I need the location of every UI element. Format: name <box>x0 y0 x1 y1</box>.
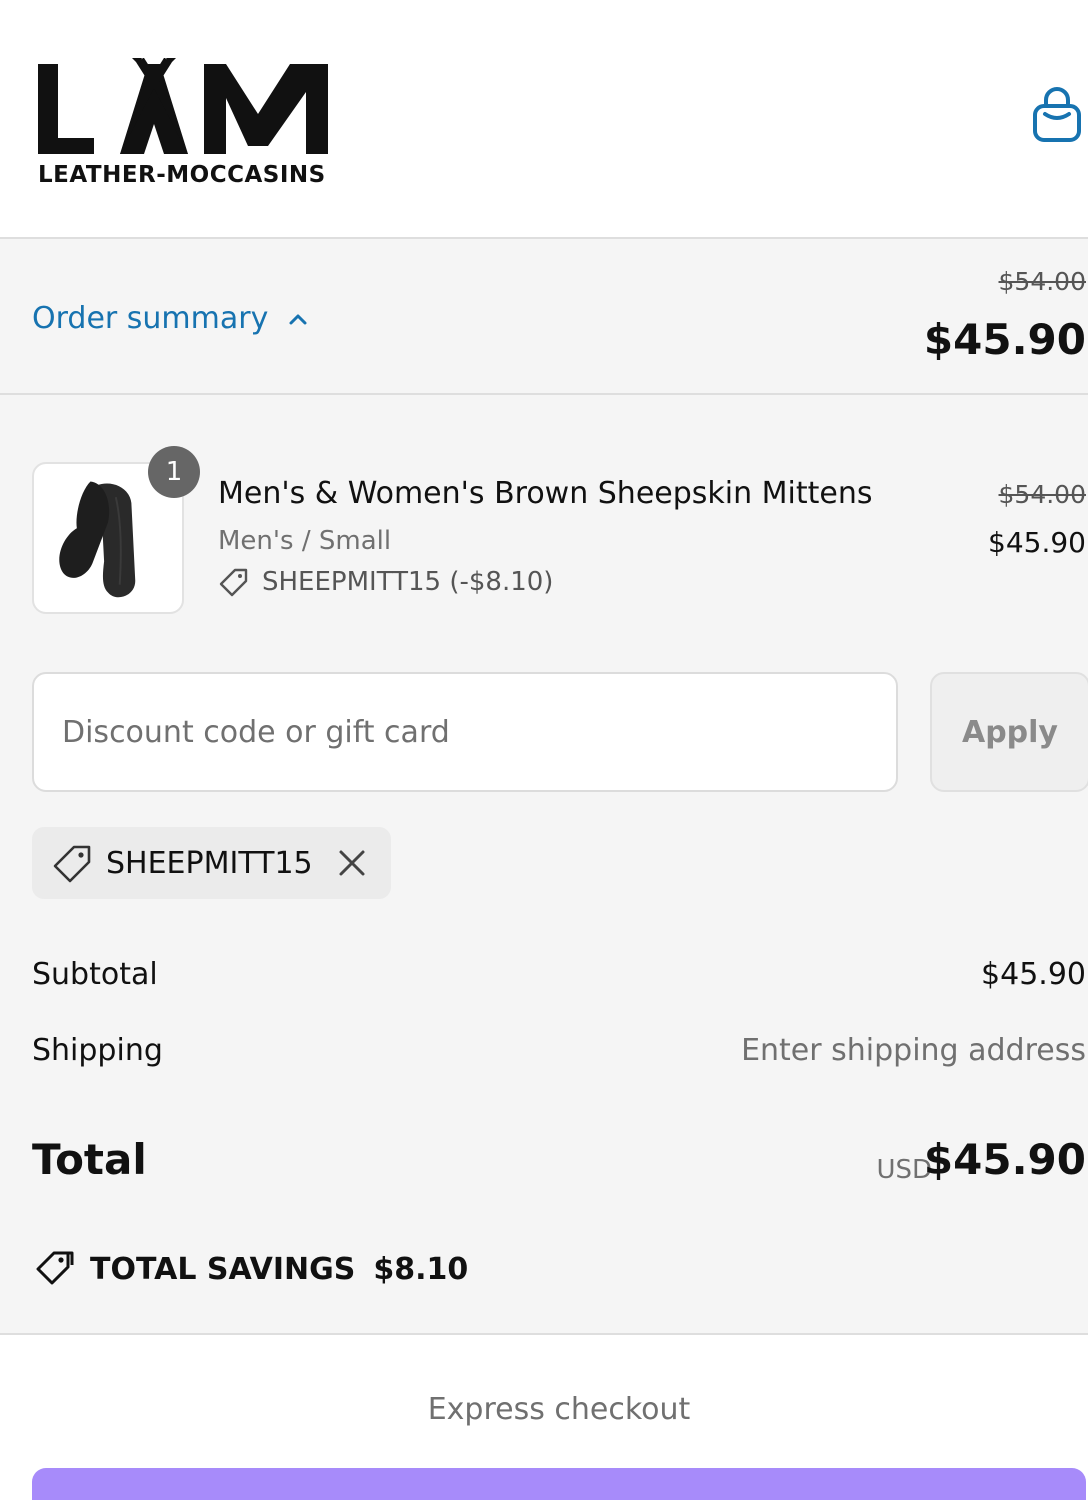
section-divider <box>0 1333 1088 1335</box>
order-summary-panel: 1 Men's & Women's Brown Sheepskin Mitten… <box>0 395 1088 1335</box>
brand-logo[interactable]: LEATHER-MOCCASINS <box>36 58 332 188</box>
shipping-value: Enter shipping address <box>741 1033 1086 1068</box>
total-savings: TOTAL SAVINGS $8.10 <box>32 1247 468 1291</box>
applied-discount-chip: SHEEPMITT15 <box>32 827 391 899</box>
item-original-price: $54.00 <box>998 480 1086 509</box>
express-checkout-label: Express checkout <box>427 1392 691 1427</box>
product-variant: Men's / Small <box>218 526 392 556</box>
shipping-label: Shipping <box>32 1033 163 1068</box>
tag-icon <box>53 845 91 883</box>
express-checkout-button[interactable] <box>32 1468 1086 1500</box>
discount-code-input[interactable] <box>32 672 898 792</box>
order-summary-bar: Order summary $54.00 $45.90 <box>0 237 1088 395</box>
applied-discount-code: SHEEPMITT15 <box>106 845 313 881</box>
savings-tag-icon <box>36 1251 74 1285</box>
subtotal-value: $45.90 <box>981 957 1086 992</box>
summary-price: $45.90 <box>923 315 1086 364</box>
subtotal-label: Subtotal <box>32 957 158 992</box>
line-item: 1 Men's & Women's Brown Sheepskin Mitten… <box>32 446 1088 614</box>
remove-discount-icon[interactable] <box>337 848 367 878</box>
product-name: Men's & Women's Brown Sheepskin Mittens <box>218 476 873 511</box>
total-value: $45.90 <box>923 1135 1086 1184</box>
chevron-up-icon <box>289 314 307 324</box>
order-summary-label: Order summary <box>32 301 269 336</box>
order-summary-toggle[interactable]: Order summary <box>32 301 310 336</box>
item-discount-text: SHEEPMITT15 (-$8.10) <box>262 567 554 597</box>
apply-button[interactable]: Apply <box>930 672 1088 792</box>
total-savings-value: $8.10 <box>373 1251 469 1287</box>
header: LEATHER-MOCCASINS <box>0 0 1088 237</box>
shopping-bag-icon[interactable] <box>1030 86 1084 146</box>
summary-original-price: $54.00 <box>998 267 1086 296</box>
tag-icon <box>219 568 248 597</box>
logo-tagline: LEATHER-MOCCASINS <box>38 162 326 188</box>
item-discount: SHEEPMITT15 (-$8.10) <box>218 566 553 598</box>
total-label: Total <box>32 1135 147 1184</box>
total-savings-label: TOTAL SAVINGS <box>90 1251 356 1287</box>
logo-mark <box>38 58 328 154</box>
quantity-badge: 1 <box>148 446 200 498</box>
item-price: $45.90 <box>988 526 1086 559</box>
